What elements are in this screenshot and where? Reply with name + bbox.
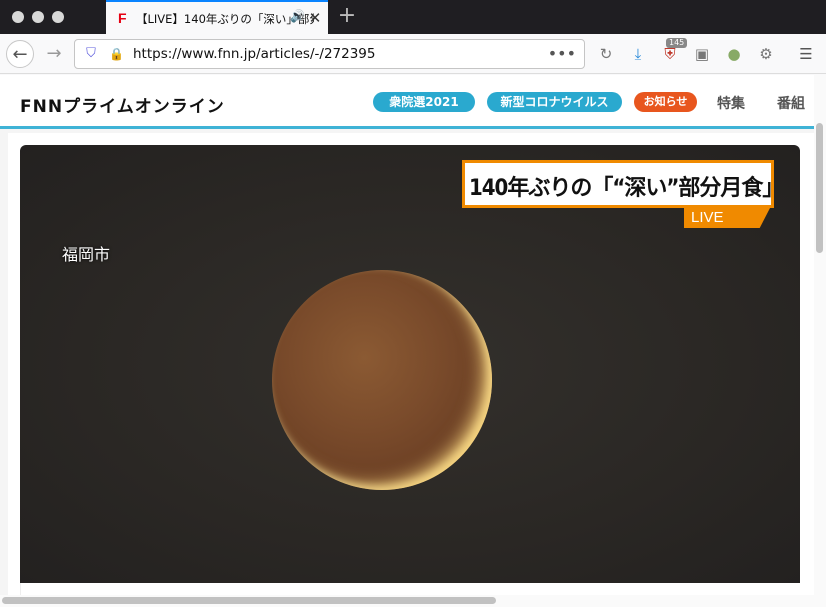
horizontal-scrollbar-thumb[interactable] bbox=[2, 597, 496, 604]
page-actions-button[interactable]: ••• bbox=[548, 44, 576, 63]
title-bar: F 【LIVE】140年ぶりの「深い」部分月食 🔊 ✕ + bbox=[0, 0, 826, 34]
menu-icon[interactable]: ☰ bbox=[796, 44, 816, 64]
notice-link[interactable]: お知らせ bbox=[634, 92, 697, 112]
city-label: 福岡市 bbox=[62, 245, 111, 264]
tab-active[interactable]: F 【LIVE】140年ぶりの「深い」部分月食 🔊 ✕ bbox=[106, 0, 328, 34]
site-header: FNNプライムオンライン 衆院選2021 新型コロナウイルス お知らせ 特集 番… bbox=[0, 75, 814, 129]
minimize-window-button[interactable] bbox=[32, 11, 44, 23]
programs-link[interactable]: 番組 bbox=[777, 93, 805, 113]
extension-icon[interactable]: ▣ bbox=[692, 44, 712, 64]
reload-icon[interactable]: ↻ bbox=[596, 44, 616, 64]
forward-button[interactable]: → bbox=[40, 40, 68, 68]
new-tab-button[interactable]: + bbox=[336, 2, 358, 30]
download-icon[interactable]: ⤓ bbox=[628, 44, 648, 64]
fnn-favicon-icon: F bbox=[118, 10, 127, 26]
gear-extension-icon[interactable]: ⚙ bbox=[756, 44, 776, 64]
live-tag: LIVE bbox=[684, 208, 770, 228]
nav-toolbar: ← → ⛉ 🔒 https://www.fnn.jp/articles/-/27… bbox=[0, 34, 826, 74]
close-icon[interactable]: ✕ bbox=[307, 8, 323, 28]
video-caption: 140年ぶりの「“深い”部分月食」 bbox=[462, 160, 784, 208]
lock-icon[interactable]: 🔒 bbox=[109, 46, 124, 62]
vertical-scrollbar-thumb[interactable] bbox=[816, 123, 823, 253]
url-text[interactable]: https://www.fnn.jp/articles/-/272395 bbox=[133, 46, 375, 62]
shield-icon[interactable]: ⛉ bbox=[83, 46, 99, 62]
live-video-player[interactable]: 福岡市 140年ぶりの「“深い”部分月食」 LIVE bbox=[20, 145, 800, 583]
site-logo[interactable]: FNNプライムオンライン bbox=[20, 92, 225, 117]
features-link[interactable]: 特集 bbox=[717, 93, 745, 113]
page-viewport: FNNプライムオンライン 衆院選2021 新型コロナウイルス お知らせ 特集 番… bbox=[0, 75, 826, 607]
caption-text: 140年ぶりの「“深い”部分月食」 bbox=[469, 176, 784, 201]
corona-link[interactable]: 新型コロナウイルス bbox=[487, 92, 622, 112]
tab-title: 【LIVE】140年ぶりの「深い」部分月食 bbox=[136, 12, 314, 26]
maximize-window-button[interactable] bbox=[52, 11, 64, 23]
close-window-button[interactable] bbox=[12, 11, 24, 23]
back-button[interactable]: ← bbox=[6, 40, 34, 68]
moon-image bbox=[272, 270, 492, 490]
address-bar[interactable]: ⛉ 🔒 https://www.fnn.jp/articles/-/272395… bbox=[74, 39, 585, 69]
speaker-icon[interactable]: 🔊 bbox=[290, 9, 306, 27]
addon-badge: 145 bbox=[666, 38, 688, 48]
colors-extension-icon[interactable]: ● bbox=[724, 44, 744, 64]
election-link[interactable]: 衆院選2021 bbox=[373, 92, 475, 112]
